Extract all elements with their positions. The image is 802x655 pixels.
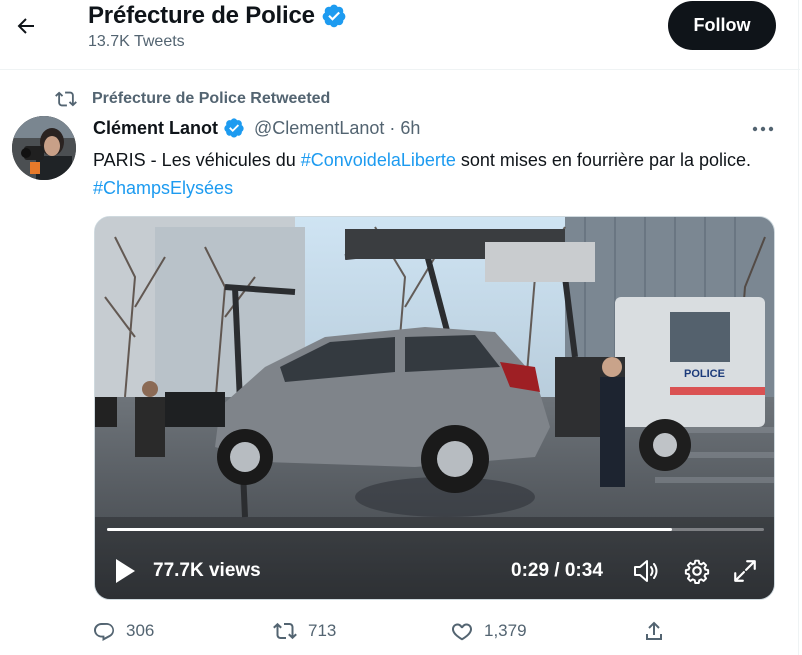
play-icon bbox=[116, 559, 135, 583]
retweet-label[interactable]: Préfecture de Police Retweeted bbox=[92, 90, 330, 108]
author-handle[interactable]: @ClementLanot bbox=[254, 118, 384, 139]
share-icon bbox=[646, 621, 662, 640]
video-controls: 77.7K views 0:29 / 0:34 bbox=[95, 547, 774, 597]
retweet-count: 713 bbox=[308, 621, 337, 640]
time-display: 0:29 / 0:34 bbox=[511, 560, 603, 581]
play-button[interactable] bbox=[113, 557, 139, 587]
tweet-text-part1: PARIS - Les véhicules du bbox=[93, 150, 301, 170]
retweet-context: Préfecture de Police Retweeted bbox=[54, 88, 330, 110]
fullscreen-icon bbox=[734, 560, 756, 582]
separator-dot: · bbox=[389, 117, 396, 138]
progress-fill bbox=[107, 528, 673, 531]
video-player[interactable]: POLICE 77.7K views 0:29 / 0:34 bbox=[94, 216, 775, 600]
video-frame: POLICE bbox=[95, 217, 774, 599]
progress-bar[interactable] bbox=[107, 528, 764, 531]
volume-button[interactable] bbox=[630, 555, 662, 587]
truck-label: POLICE bbox=[684, 368, 725, 380]
like-count: 1,379 bbox=[484, 621, 527, 640]
column-divider bbox=[798, 0, 799, 655]
volume-icon bbox=[634, 560, 658, 582]
retweet-icon bbox=[273, 622, 297, 640]
verified-badge-icon bbox=[224, 118, 244, 138]
tweet-actions: 306 713 1,379 bbox=[92, 614, 692, 648]
more-horizontal-icon bbox=[752, 126, 774, 132]
profile-header: Préfecture de Police 13.7K Tweets Follow bbox=[0, 0, 800, 70]
retweet-icon bbox=[55, 91, 77, 107]
reply-icon bbox=[94, 623, 114, 641]
arrow-left-icon bbox=[17, 18, 34, 34]
reply-count: 306 bbox=[126, 621, 155, 640]
reply-button[interactable]: 306 bbox=[92, 614, 154, 648]
view-count: 77.7K views bbox=[153, 560, 261, 581]
retweet-button[interactable]: 713 bbox=[272, 614, 336, 648]
gear-icon bbox=[684, 559, 710, 584]
avatar[interactable] bbox=[12, 116, 76, 180]
author-name[interactable]: Clément Lanot bbox=[93, 118, 218, 139]
back-button[interactable] bbox=[8, 8, 44, 44]
hashtag-link[interactable]: #ConvoidelaLiberte bbox=[301, 150, 456, 170]
profile-name: Préfecture de Police bbox=[88, 2, 315, 29]
heart-icon bbox=[452, 623, 472, 641]
tweet-text: PARIS - Les véhicules du #ConvoidelaLibe… bbox=[93, 146, 783, 202]
tweet-text-part2: sont mises en fourrière par la police. bbox=[455, 150, 752, 170]
share-button[interactable] bbox=[642, 614, 666, 648]
hashtag-link[interactable]: #ChampsElysées bbox=[93, 178, 233, 198]
tweet-time[interactable]: 6h bbox=[400, 118, 420, 139]
follow-button[interactable]: Follow bbox=[668, 1, 776, 50]
header-title: Préfecture de Police bbox=[88, 2, 347, 30]
settings-button[interactable] bbox=[681, 555, 713, 587]
tweet-header: Clément Lanot @ClementLanot · 6h bbox=[93, 117, 420, 139]
more-button[interactable] bbox=[748, 118, 778, 140]
verified-badge-icon bbox=[322, 4, 346, 28]
fullscreen-button[interactable] bbox=[729, 555, 761, 587]
tweet-count: 13.7K Tweets bbox=[88, 33, 185, 50]
like-button[interactable]: 1,379 bbox=[450, 614, 527, 648]
